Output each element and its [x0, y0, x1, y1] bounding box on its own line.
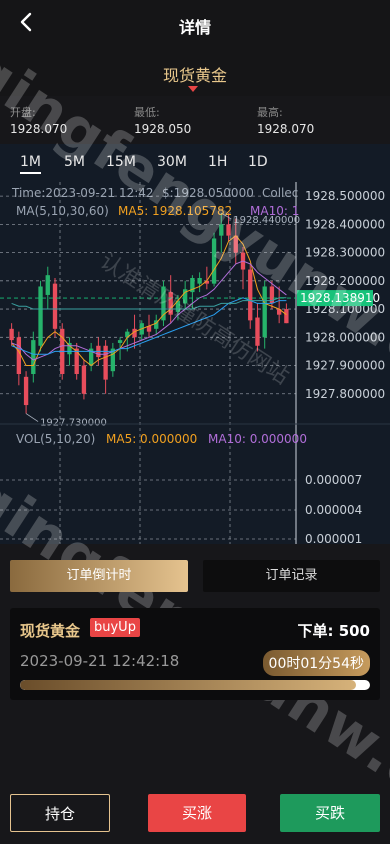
candle-body — [284, 309, 289, 324]
stat-low-label: 最低: — [134, 106, 160, 119]
low-marker-line — [25, 413, 39, 422]
ma-indicator-label: MA(5,10,30,60) — [16, 204, 109, 218]
caret-down-icon[interactable] — [188, 86, 198, 92]
buy-up-button[interactable]: 买涨 — [148, 794, 246, 832]
order-progress-fill — [20, 680, 356, 690]
candle-body — [262, 286, 267, 338]
order-direction-badge: buyUp — [90, 618, 140, 637]
vol-indicator-label: VOL(5,10,20) — [16, 432, 96, 446]
header: 详情 — [0, 0, 390, 48]
candle-body — [38, 286, 43, 346]
low-marker-label: 1927.730000 — [40, 418, 107, 429]
order-progress-bar — [20, 680, 370, 690]
stat-high: 最高: 1928.070 — [257, 104, 314, 136]
order-symbol: 现货黄金 — [20, 622, 81, 640]
vol-y-tick-label: 0.000004 — [305, 503, 362, 517]
tab-order-records[interactable]: 订单记录 — [203, 560, 380, 592]
y-tick-label: 1927.800000 — [305, 387, 385, 401]
order-tabs: 订单倒计时 订单记录 — [10, 560, 380, 592]
candle-body — [52, 283, 58, 329]
stat-high-label: 最高: — [257, 106, 283, 119]
vol-ma10-label: MA10: 0.000000 — [208, 432, 307, 446]
order-card: 现货黄金 buyUp 下单: 500 2023-09-21 12:42:18 0… — [10, 608, 380, 700]
order-amount: 下单: 500 — [297, 620, 370, 641]
candle-body — [23, 376, 29, 406]
tab-timeframe-1m[interactable]: 1M — [20, 154, 41, 174]
vol-y-tick-label: 0.000007 — [305, 473, 362, 487]
kline-chart-area: 1M 5M 15M 30M 1H 1D 1928.500000 1928.4000… — [0, 34, 390, 544]
chart-info-collect: Collec — [262, 186, 299, 200]
candle-body — [81, 365, 87, 394]
vol-ma5-label: MA5: 0.000000 — [106, 432, 198, 446]
candle-body — [45, 275, 50, 295]
candle-body — [31, 340, 36, 374]
tab-timeframe-1h[interactable]: 1H — [208, 154, 227, 170]
order-countdown: 00时01分54秒 — [262, 650, 370, 676]
candle-body — [74, 348, 79, 374]
vol-y-tick-label: 0.000001 — [305, 532, 362, 544]
candle-body — [9, 328, 14, 341]
candle-body — [16, 337, 22, 374]
page-title: 详情 — [178, 18, 211, 37]
candle-body — [103, 345, 108, 380]
buy-down-button[interactable]: 买跌 — [280, 794, 380, 832]
candle-body — [117, 340, 123, 343]
tab-order-countdown[interactable]: 订单倒计时 — [10, 560, 188, 592]
y-tick-label: 1928.500000 — [305, 189, 385, 203]
stat-high-value: 1928.070 — [257, 122, 315, 136]
order-amount-label: 下单: — [297, 622, 334, 640]
order-amount-value: 500 — [338, 622, 370, 640]
order-time: 2023-09-21 12:42:18 — [20, 652, 180, 670]
y-tick-label: 1928.400000 — [305, 217, 385, 231]
tab-timeframe-1d[interactable]: 1D — [248, 154, 268, 170]
hold-button[interactable]: 持仓 — [10, 794, 110, 832]
candle-body — [197, 278, 202, 284]
